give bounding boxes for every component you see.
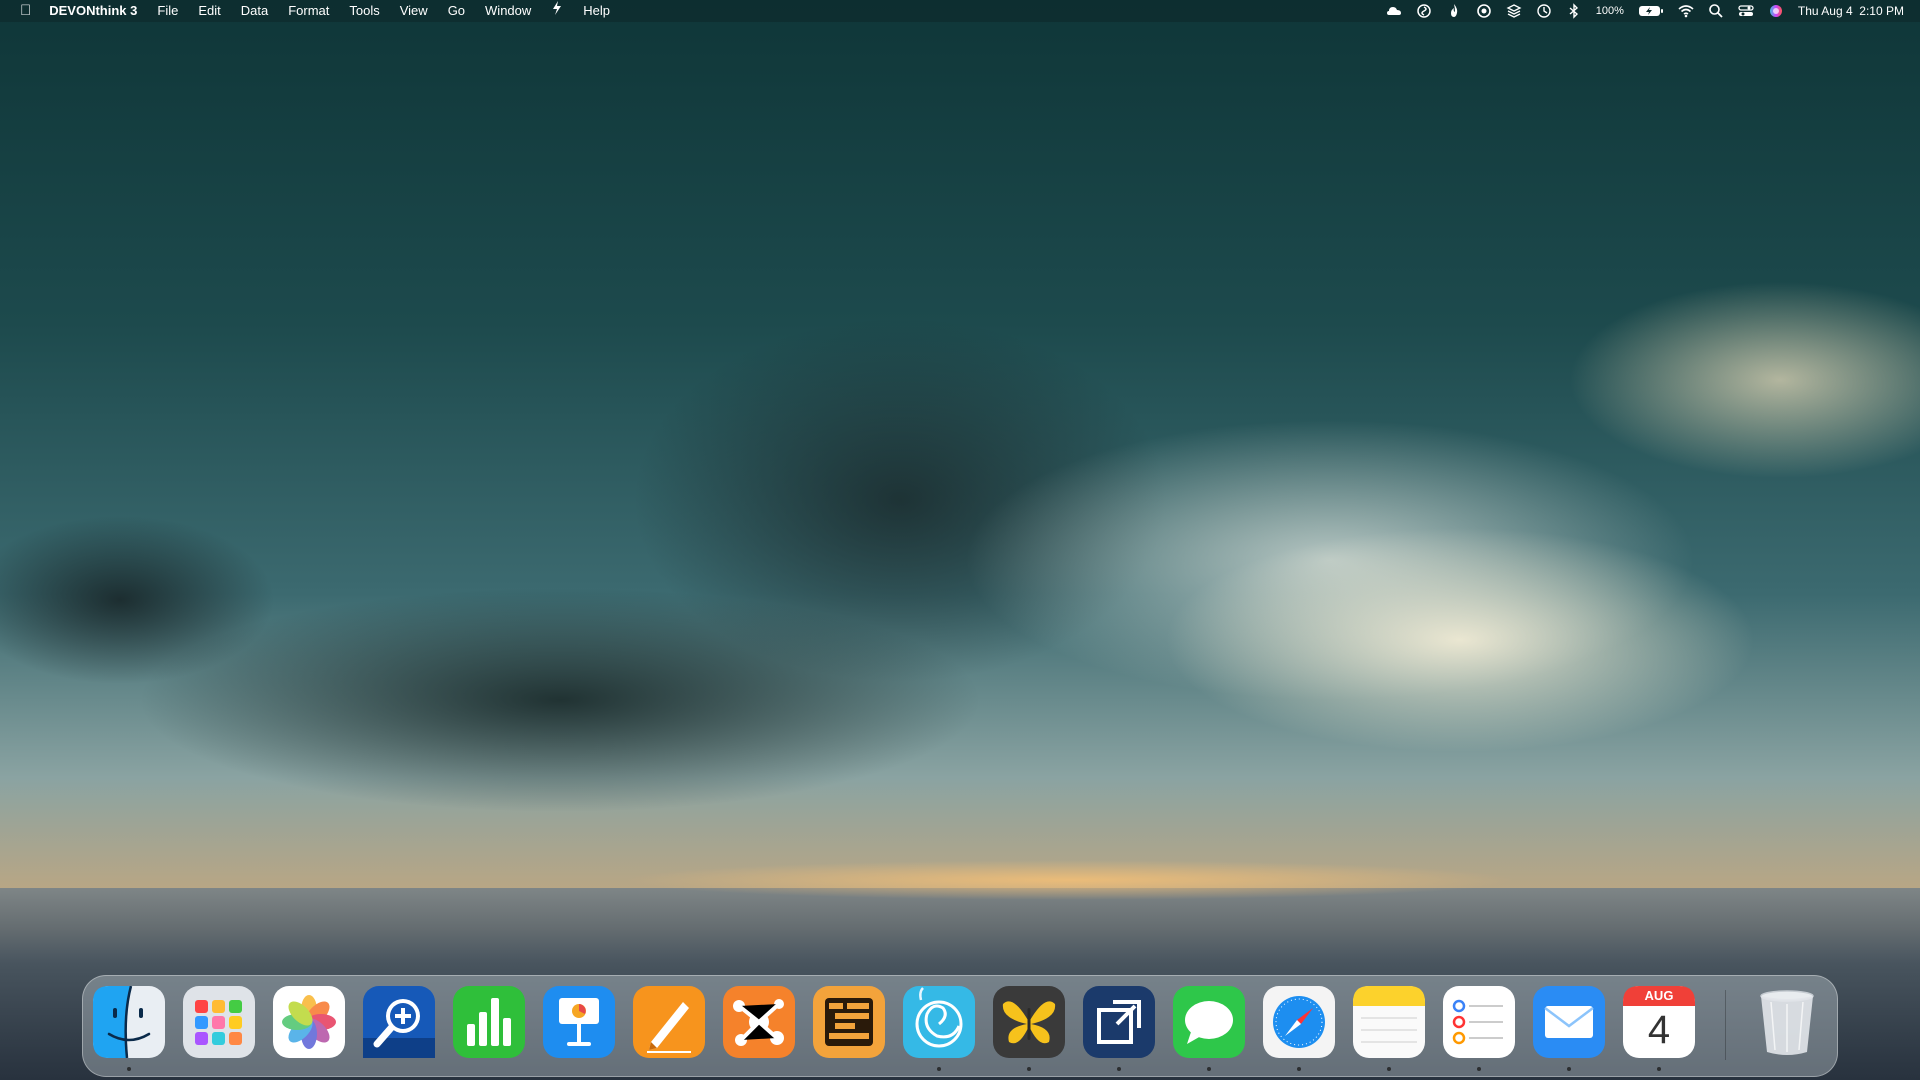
numbers-icon: [453, 986, 525, 1058]
photos-icon: [273, 986, 345, 1058]
dock-finder[interactable]: [93, 986, 165, 1071]
reminders-icon: [1443, 986, 1515, 1058]
running-indicator: [127, 1067, 131, 1071]
bluetooth-icon[interactable]: [1566, 3, 1582, 19]
dock: AUG 4: [82, 975, 1838, 1077]
menu-data[interactable]: Data: [231, 0, 278, 22]
globe-status-icon[interactable]: [1476, 3, 1492, 19]
running-indicator: [1657, 1067, 1661, 1071]
dock-tes-butterfly[interactable]: [993, 986, 1065, 1071]
dock-pages[interactable]: [633, 986, 705, 1058]
dock-calendar[interactable]: AUG 4: [1623, 986, 1695, 1071]
running-indicator: [937, 1067, 941, 1071]
dock-notes[interactable]: [1353, 986, 1425, 1071]
layers-icon[interactable]: [1506, 3, 1522, 19]
spotlight-search-icon[interactable]: [1708, 3, 1724, 19]
script-menu-icon[interactable]: [541, 0, 573, 22]
running-indicator: [1027, 1067, 1031, 1071]
app-menu[interactable]: DEVONthink 3: [39, 0, 147, 22]
dock-resize-app[interactable]: [1083, 986, 1155, 1071]
menu-tools[interactable]: Tools: [339, 0, 389, 22]
menu-format[interactable]: Format: [278, 0, 339, 22]
menu-file[interactable]: File: [147, 0, 188, 22]
calendar-day: 4: [1647, 1008, 1671, 1052]
pages-icon: [633, 986, 705, 1058]
dock-omnioutliner[interactable]: [813, 986, 885, 1058]
running-indicator: [1477, 1067, 1481, 1071]
menu-help[interactable]: Help: [573, 0, 620, 22]
dock-launchpad[interactable]: [183, 986, 255, 1058]
battery-percentage: 100%: [1595, 5, 1624, 17]
mail-envelope-icon: [1533, 986, 1605, 1058]
running-indicator: [1567, 1067, 1571, 1071]
menu-bar:  DEVONthink 3 File Edit Data Format Too…: [0, 0, 1920, 22]
notes-icon: [1353, 986, 1425, 1058]
trash-icon: [1760, 990, 1814, 1055]
wifi-icon[interactable]: [1678, 3, 1694, 19]
safari-compass-icon: [1263, 986, 1335, 1058]
dock-trash[interactable]: [1751, 986, 1823, 1058]
mindnode-icon: [723, 986, 795, 1058]
dock-separator: [1725, 990, 1726, 1060]
running-indicator: [1207, 1067, 1211, 1071]
wallpaper-sunset-glow: [620, 860, 1520, 900]
running-indicator: [1297, 1067, 1301, 1071]
flame-icon[interactable]: [1446, 3, 1462, 19]
menu-go[interactable]: Go: [438, 0, 475, 22]
butterfly-icon: [993, 986, 1065, 1058]
running-indicator: [1117, 1067, 1121, 1071]
battery-icon[interactable]: [1638, 3, 1664, 19]
dock-zoom-magnifier[interactable]: [363, 986, 435, 1058]
calendar-month: AUG: [1644, 988, 1674, 1003]
outliner-icon: [813, 986, 885, 1058]
dock-numbers[interactable]: [453, 986, 525, 1058]
resize-window-icon: [1083, 986, 1155, 1058]
running-indicator: [1387, 1067, 1391, 1071]
dock-mail[interactable]: [1533, 986, 1605, 1071]
dock-devonthink[interactable]: [903, 986, 975, 1071]
siri-icon[interactable]: [1768, 3, 1784, 19]
menu-view[interactable]: View: [390, 0, 438, 22]
dock-messages[interactable]: [1173, 986, 1245, 1071]
devonthink-sorter-icon[interactable]: [1416, 3, 1432, 19]
dock-safari[interactable]: [1263, 986, 1335, 1071]
dock-mindnode[interactable]: [723, 986, 795, 1058]
finder-icon: [93, 986, 165, 1058]
clock-datetime[interactable]: Thu Aug 4 2:10 PM: [1798, 4, 1904, 18]
launchpad-icon: [183, 986, 255, 1058]
devonthink-icon: [903, 986, 975, 1058]
dock-photos[interactable]: [273, 986, 345, 1058]
menu-edit[interactable]: Edit: [188, 0, 230, 22]
keynote-icon: [543, 986, 615, 1058]
dock-keynote[interactable]: [543, 986, 615, 1058]
time-machine-icon[interactable]: [1536, 3, 1552, 19]
cloud-status-icon[interactable]: [1386, 3, 1402, 19]
messages-icon: [1173, 986, 1245, 1058]
control-center-icon[interactable]: [1738, 3, 1754, 19]
dock-reminders[interactable]: [1443, 986, 1515, 1071]
menu-window[interactable]: Window: [475, 0, 541, 22]
apple-menu-icon[interactable]: : [16, 0, 39, 22]
magnifier-plus-icon: [363, 986, 435, 1058]
